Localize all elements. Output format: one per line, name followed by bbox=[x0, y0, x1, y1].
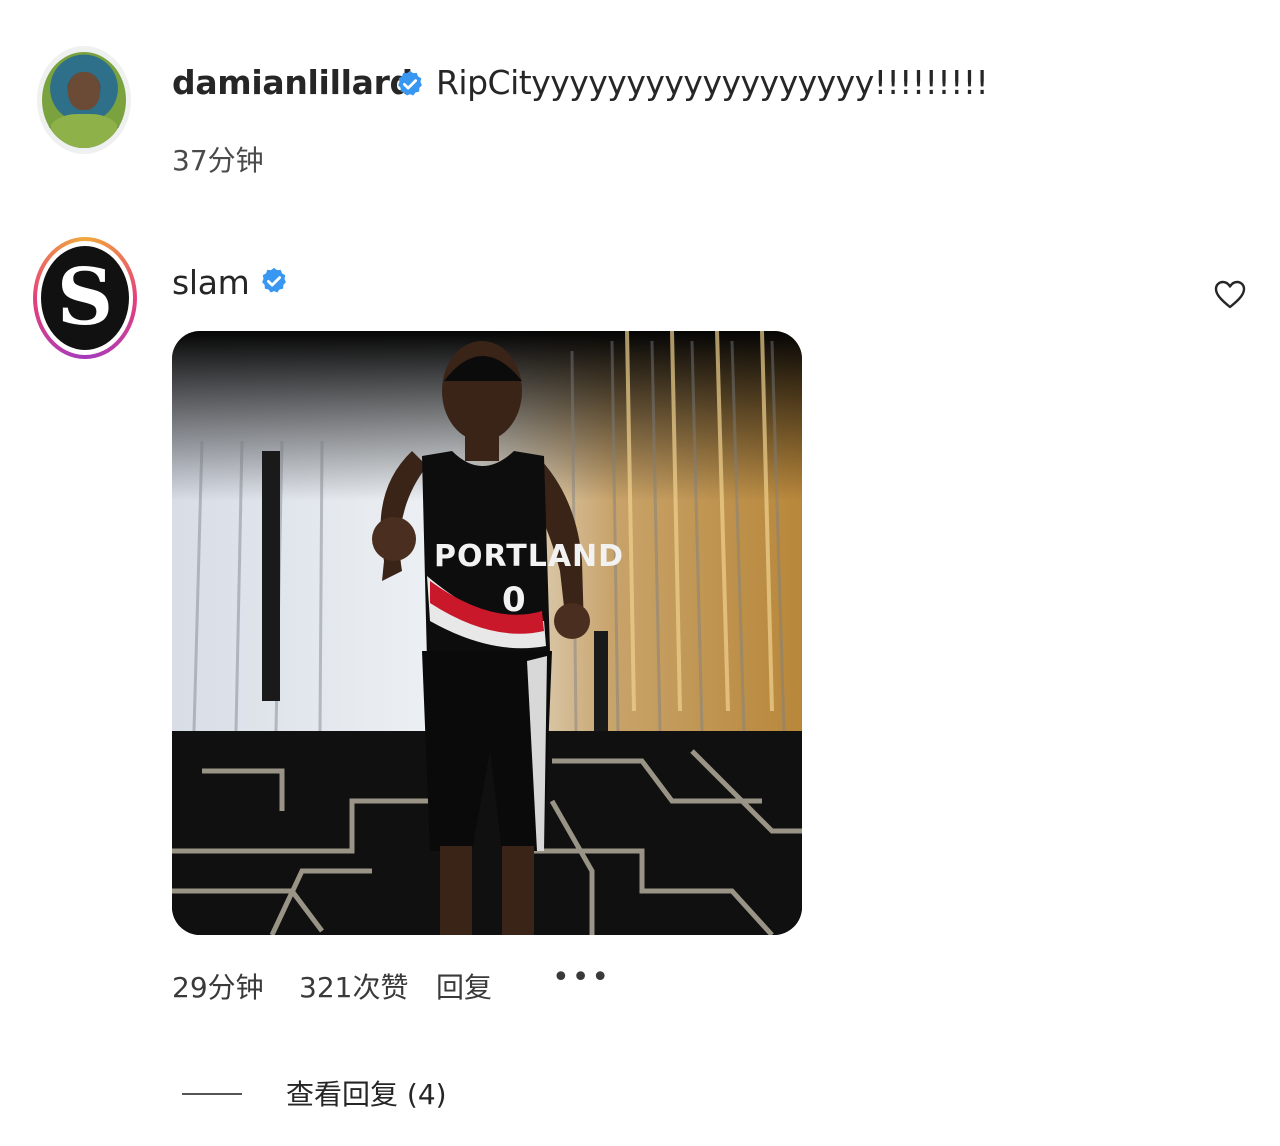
view-replies-button[interactable]: 查看回复 (4) bbox=[286, 1073, 447, 1113]
basketball-player-image: PORTLAND 0 bbox=[172, 331, 802, 935]
svg-text:PORTLAND: PORTLAND bbox=[434, 539, 624, 574]
avatar-photo bbox=[42, 52, 126, 148]
comment-text: RipCityyyyyyyyyyyyyyyyyy!!!!!!!!! bbox=[436, 63, 989, 102]
username-damianlillard[interactable]: damianlillard bbox=[172, 63, 413, 102]
username-slam[interactable]: slam bbox=[172, 263, 250, 302]
more-options-icon[interactable]: ••• bbox=[552, 960, 611, 995]
comment-thread: damianlillard RipCityyyyyyyyyyyyyyyyyy!!… bbox=[0, 0, 1280, 1146]
verified-badge-icon bbox=[398, 70, 422, 96]
avatar-damianlillard[interactable] bbox=[37, 46, 131, 154]
comment-time: 29分钟 bbox=[172, 971, 264, 1004]
verified-badge-icon bbox=[262, 267, 286, 293]
comment-media-image[interactable]: PORTLAND 0 bbox=[172, 331, 802, 935]
svg-text:0: 0 bbox=[502, 580, 526, 620]
avatar-slam[interactable]: S bbox=[33, 237, 137, 359]
reply-button[interactable]: 回复 bbox=[436, 966, 492, 1006]
heart-outline-icon[interactable] bbox=[1214, 280, 1246, 310]
comment-time: 37分钟 bbox=[172, 144, 264, 177]
slam-logo-letter: S bbox=[56, 252, 114, 343]
slam-logo: S bbox=[41, 246, 129, 350]
replies-divider bbox=[182, 1093, 242, 1095]
likes-count[interactable]: 321次赞 bbox=[299, 966, 408, 1006]
